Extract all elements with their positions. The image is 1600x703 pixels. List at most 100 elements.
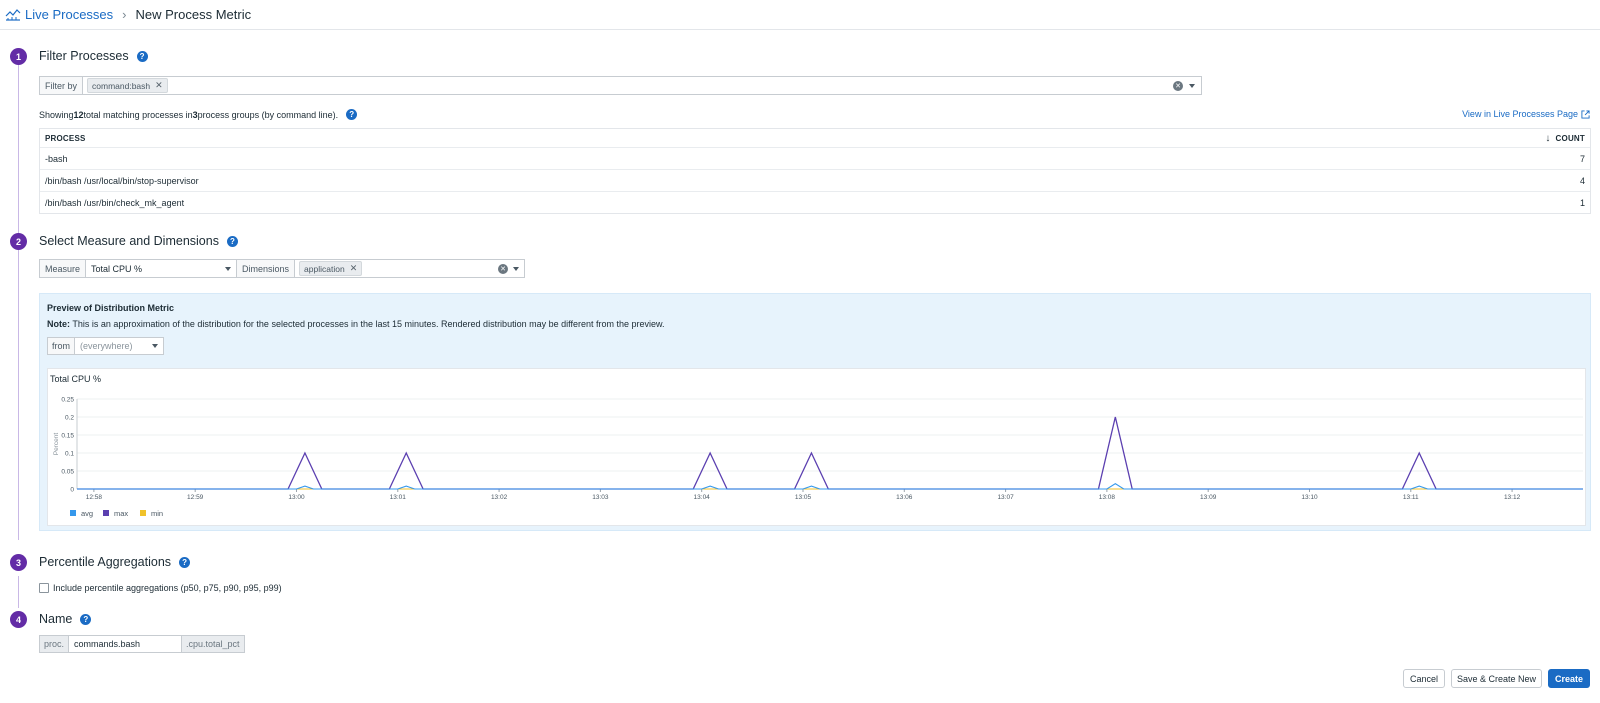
x-tick-label: 13:10 — [1301, 494, 1318, 501]
percentile-checkbox-label: Include percentile aggregations (p50, p7… — [53, 583, 282, 593]
x-tick-label: 13:00 — [288, 494, 305, 501]
scope-value: (everywhere) — [80, 341, 133, 351]
count-column-header[interactable]: ↓ COUNT — [1545, 133, 1585, 144]
y-tick-label: 0.2 — [65, 415, 74, 422]
clear-filter-icon[interactable]: ✕ — [1173, 80, 1183, 91]
chevron-down-icon — [152, 344, 158, 348]
preview-note-text: This is an approximation of the distribu… — [70, 319, 665, 329]
y-tick-label: 0.05 — [61, 469, 74, 476]
preview-note-label: Note: — [47, 319, 70, 329]
legend-swatch-min — [140, 510, 146, 516]
filter-chip-label: command:bash — [92, 80, 151, 91]
process-cell: /bin/bash /usr/local/bin/stop-supervisor — [45, 175, 199, 186]
y-tick-label: 0 — [70, 487, 74, 494]
summary-post: process groups (by command line). — [197, 109, 339, 120]
clear-dimensions-icon[interactable]: ✕ — [498, 263, 509, 274]
dimensions-select[interactable]: application ✕ ✕ — [295, 259, 526, 278]
step-1-title-text: Filter Processes — [39, 49, 129, 63]
remove-chip-icon[interactable]: ✕ — [155, 80, 163, 91]
x-tick-label: 13:07 — [997, 494, 1014, 501]
chevron-down-icon — [225, 266, 232, 271]
x-tick-label: 13:09 — [1200, 494, 1217, 501]
help-icon[interactable]: ? — [136, 50, 148, 62]
legend-label-avg: avg — [81, 509, 93, 518]
x-tick-label: 13:03 — [592, 494, 609, 501]
view-live-processes-link[interactable]: View in Live Processes Page — [1462, 109, 1590, 119]
x-tick-label: 13:11 — [1403, 494, 1419, 501]
x-tick-label: 13:06 — [896, 494, 913, 501]
legend-swatch-avg — [70, 510, 76, 516]
summary-total: 12 — [73, 109, 84, 120]
x-tick-label: 12:59 — [187, 494, 204, 501]
stepper-rail — [18, 576, 19, 608]
summary-pre: Showing — [39, 109, 74, 120]
legend-swatch-max — [103, 510, 109, 516]
process-filter-input[interactable]: Filter by command:bash ✕ ✕ — [39, 76, 1202, 95]
measure-label: Measure — [39, 259, 87, 278]
chevron-down-icon[interactable] — [1189, 83, 1195, 88]
dimension-chip-label: application — [304, 263, 345, 274]
step-2-title: Select Measure and Dimensions ? — [39, 234, 238, 248]
dimension-chip: application ✕ — [299, 261, 363, 276]
chevron-down-icon[interactable] — [513, 266, 520, 271]
step-1-title: Filter Processes ? — [39, 49, 148, 63]
legend-label-min: min — [151, 509, 163, 518]
step-2-title-text: Select Measure and Dimensions — [39, 234, 219, 248]
cancel-button[interactable]: Cancel — [1403, 669, 1445, 688]
y-tick-label: 0.15 — [61, 433, 74, 440]
chevron-right-icon: › — [122, 7, 127, 22]
percentile-checkbox[interactable] — [39, 583, 49, 593]
step-4-title-text: Name — [39, 612, 73, 626]
preview-title: Preview of Distribution Metric — [47, 303, 175, 313]
percentile-option[interactable]: Include percentile aggregations (p50, p7… — [39, 583, 282, 593]
external-link-icon — [1581, 109, 1590, 119]
save-and-create-new-button[interactable]: Save & Create New — [1451, 669, 1542, 688]
measure-select[interactable]: Total CPU % — [86, 259, 238, 278]
dimensions-label: Dimensions — [237, 259, 296, 278]
metric-name-input[interactable]: commands.bash — [69, 635, 182, 653]
y-tick-label: 0.1 — [65, 451, 74, 458]
table-row[interactable]: /bin/bash /usr/local/bin/stop-supervisor… — [40, 169, 1590, 191]
series-line-avg — [77, 482, 1583, 490]
chart-card: Total CPU % 0 0.05 0.1 0.15 0.2 0.25 Percent 12… — [47, 368, 1586, 526]
x-tick-label: 13:05 — [795, 494, 812, 501]
process-table: PROCESS ↓ COUNT -bash 7 /bin/bash /usr/l… — [39, 128, 1591, 214]
x-tick-label: 13:02 — [491, 494, 508, 501]
table-row[interactable]: -bash 7 — [40, 147, 1590, 169]
step-1-badge: 1 — [10, 48, 27, 65]
step-4-badge: 4 — [10, 611, 27, 628]
count-column-label: COUNT — [1555, 133, 1585, 143]
live-processes-icon — [5, 8, 21, 21]
x-tick-label: 13:01 — [390, 494, 407, 501]
stepper-rail — [18, 64, 19, 540]
help-icon[interactable]: ? — [226, 235, 238, 247]
table-header: PROCESS ↓ COUNT — [40, 129, 1590, 147]
step-3-badge: 3 — [10, 554, 27, 571]
measure-value: Total CPU % — [91, 263, 143, 274]
count-cell: 7 — [1579, 153, 1585, 164]
process-column-header[interactable]: PROCESS — [45, 134, 86, 143]
table-row[interactable]: /bin/bash /usr/bin/check_mk_agent 1 — [40, 191, 1590, 213]
x-tick-label: 12:58 — [86, 494, 103, 501]
legend-label-max: max — [114, 509, 128, 518]
page-title: New Process Metric — [135, 7, 252, 22]
create-button[interactable]: Create — [1548, 669, 1590, 688]
process-cell: /bin/bash /usr/bin/check_mk_agent — [45, 197, 185, 208]
measure-dimensions-bar: Measure Total CPU % Dimensions applicati… — [39, 259, 526, 278]
remove-chip-icon[interactable]: ✕ — [350, 263, 358, 274]
metric-name-suffix: .cpu.total_pct — [181, 635, 245, 653]
distribution-preview: Preview of Distribution Metric Note: Thi… — [39, 293, 1591, 531]
scope-select[interactable]: from (everywhere) — [47, 337, 164, 355]
x-tick-label: 13:04 — [694, 494, 711, 501]
breadcrumb-live-processes-link[interactable]: Live Processes — [25, 7, 113, 22]
match-summary: Showing 12 total matching processes in 3… — [39, 109, 358, 120]
metric-name-prefix: proc. — [39, 635, 70, 653]
x-tick-label: 13:12 — [1504, 494, 1521, 501]
help-icon[interactable]: ? — [179, 556, 191, 568]
summary-mid: total matching processes in — [83, 109, 193, 120]
x-tick-label: 13:08 — [1099, 494, 1116, 501]
help-icon[interactable]: ? — [346, 109, 358, 120]
step-2-badge: 2 — [10, 233, 27, 250]
help-icon[interactable]: ? — [80, 613, 92, 625]
step-4-title: Name ? — [39, 612, 92, 626]
